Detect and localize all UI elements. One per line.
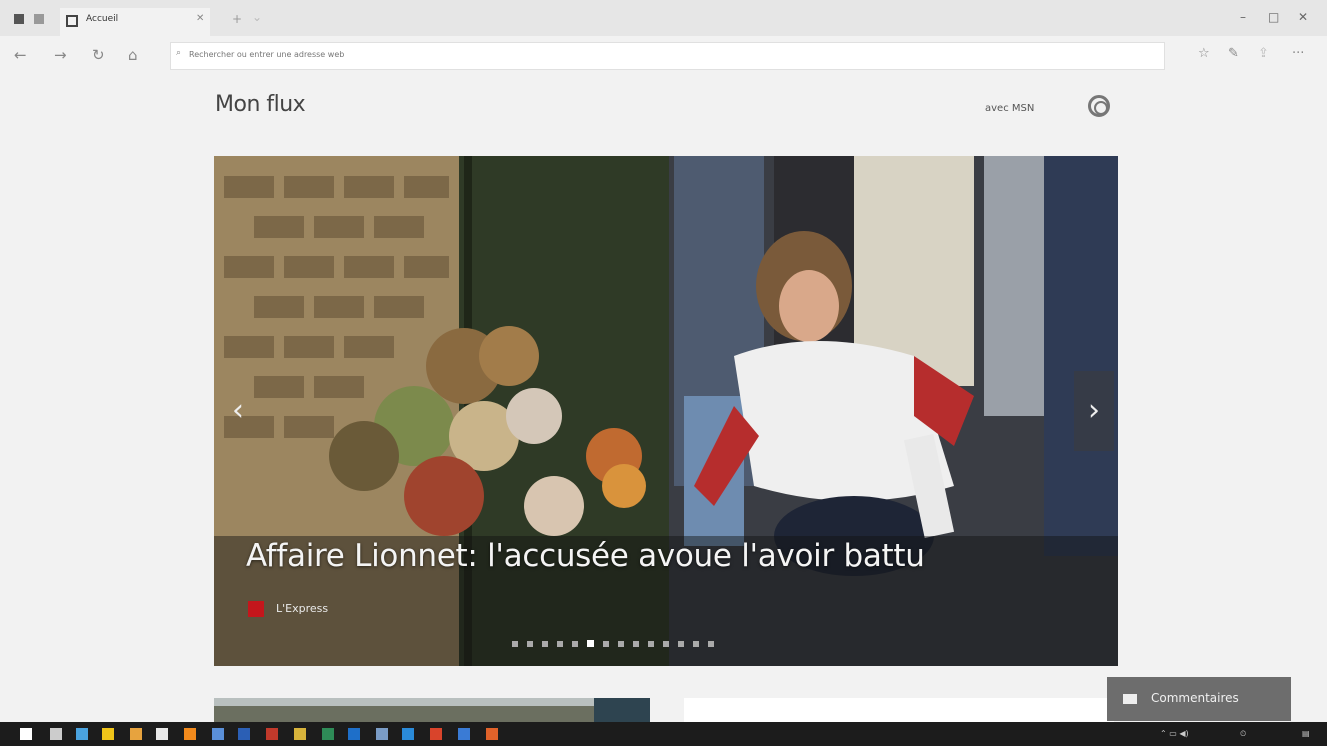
word-icon[interactable] [238, 728, 250, 740]
carousel-dot[interactable] [557, 641, 563, 647]
page-title: Mon flux [215, 92, 306, 117]
gear-icon[interactable] [1088, 95, 1110, 117]
minimize-icon[interactable]: – [1240, 10, 1246, 24]
browser-nav-bar: ← → ↻ ⌂ ⌕ Rechercher ou entrer une adres… [0, 36, 1327, 76]
carousel-dot[interactable] [572, 641, 578, 647]
notes-icon[interactable] [376, 728, 388, 740]
card-image-sky [214, 698, 650, 706]
mail-icon[interactable] [156, 728, 168, 740]
feedback-label: Commentaires [1151, 691, 1239, 705]
calculator-icon[interactable] [458, 728, 470, 740]
address-placeholder: Rechercher ou entrer une adresse web [189, 50, 345, 59]
filezilla-icon[interactable] [266, 728, 278, 740]
excel-icon[interactable] [322, 728, 334, 740]
news-card-image[interactable] [214, 698, 650, 722]
clock[interactable]: ⏲ [1240, 729, 1246, 739]
task-view-icon[interactable] [76, 728, 88, 740]
tab-favicon-icon [66, 15, 78, 27]
carousel-dot[interactable] [693, 641, 699, 647]
card-image-dark [594, 698, 650, 722]
carousel-dot[interactable] [512, 641, 518, 647]
store-icon[interactable] [130, 728, 142, 740]
news-card[interactable] [684, 698, 1114, 722]
search-icon[interactable] [50, 728, 62, 740]
address-bar[interactable]: ⌕ Rechercher ou entrer une adresse web [170, 42, 1165, 70]
office-icon[interactable] [430, 728, 442, 740]
chrome-icon[interactable] [294, 728, 306, 740]
maximize-icon[interactable]: □ [1268, 10, 1279, 24]
home-icon[interactable]: ⌂ [128, 46, 138, 64]
back-icon[interactable]: ← [14, 46, 27, 64]
windows-start-icon[interactable] [20, 728, 32, 740]
new-tab-icon[interactable]: + [232, 12, 242, 26]
carousel-dot[interactable] [678, 641, 684, 647]
carousel-dot[interactable] [542, 641, 548, 647]
carousel-dots [512, 632, 723, 651]
hero-carousel[interactable]: ‹ › Affaire Lionnet: l'accusée avoue l'a… [214, 156, 1118, 666]
close-window-icon[interactable]: ✕ [1298, 10, 1308, 24]
forward-icon[interactable]: → [54, 46, 67, 64]
paint-icon[interactable] [486, 728, 498, 740]
carousel-dot[interactable] [603, 641, 609, 647]
source-name: L'Express [276, 602, 329, 615]
show-tabs-icon[interactable] [34, 14, 44, 24]
carousel-prev-button[interactable]: ‹ [218, 371, 258, 451]
source-logo-icon [248, 601, 264, 617]
reading-list-icon[interactable]: ✎ [1228, 46, 1239, 61]
hero-image [214, 156, 1118, 666]
search-icon: ⌕ [176, 48, 182, 58]
outlook-icon[interactable] [348, 728, 360, 740]
more-icon[interactable]: ··· [1292, 46, 1304, 61]
tab-title: Accueil [86, 14, 119, 24]
browser-tab-bar: Accueil ✕ + ⌄ – □ ✕ [0, 0, 1327, 36]
carousel-dot[interactable] [527, 641, 533, 647]
refresh-icon[interactable]: ↻ [92, 46, 105, 64]
msn-link[interactable]: avec MSN [985, 103, 1034, 114]
set-aside-tabs-icon[interactable] [14, 14, 24, 24]
carousel-dot[interactable] [648, 641, 654, 647]
vlc-icon[interactable] [184, 728, 196, 740]
tab-close-icon[interactable]: ✕ [196, 13, 204, 24]
browser-tab[interactable]: Accueil ✕ [60, 8, 210, 36]
carousel-dot[interactable] [663, 641, 669, 647]
feedback-button[interactable]: Commentaires [1107, 677, 1291, 721]
edge-icon[interactable] [402, 728, 414, 740]
carousel-dot[interactable] [587, 640, 594, 647]
notifications-icon[interactable]: ▤ [1302, 729, 1310, 738]
tab-preview-icon[interactable]: ⌄ [252, 10, 262, 24]
carousel-dot[interactable] [633, 641, 639, 647]
carousel-next-button[interactable]: › [1074, 371, 1114, 451]
carousel-dot[interactable] [708, 641, 714, 647]
chat-icon [1123, 694, 1137, 704]
windows-taskbar: ⌃ ▭ ◀) ⏲ ▤ [0, 722, 1327, 746]
photos-icon[interactable] [212, 728, 224, 740]
carousel-dot[interactable] [618, 641, 624, 647]
file-explorer-icon[interactable] [102, 728, 114, 740]
hero-headline[interactable]: Affaire Lionnet: l'accusée avoue l'avoir… [246, 538, 925, 574]
favorites-icon[interactable]: ☆ [1198, 46, 1210, 61]
tray-icons[interactable]: ⌃ ▭ ◀) [1160, 729, 1189, 738]
share-icon[interactable]: ⇪ [1258, 46, 1269, 61]
